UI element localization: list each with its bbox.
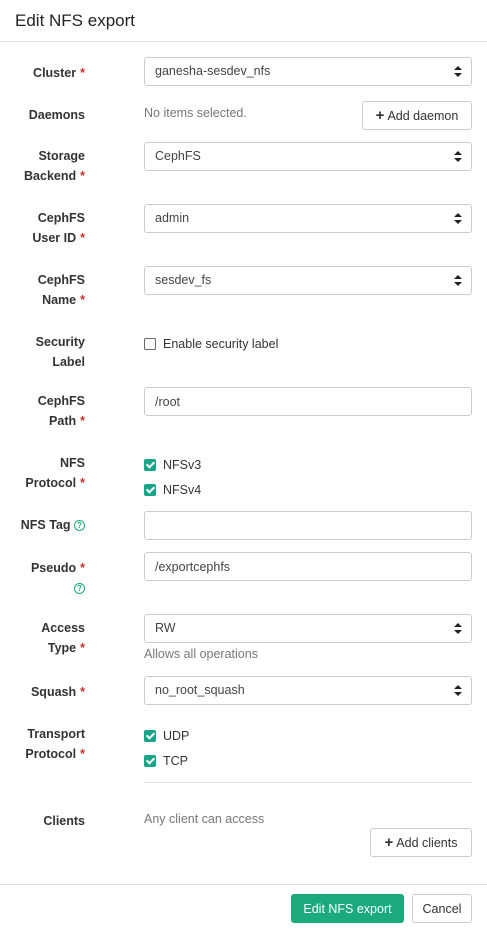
squash-select[interactable]: no_root_squash xyxy=(144,676,472,705)
cancel-button[interactable]: Cancel xyxy=(412,894,472,923)
daemons-label: Daemons xyxy=(28,108,85,122)
security-label-checkbox[interactable]: Enable security label xyxy=(144,336,278,352)
transport-protocol-label: Transport Protocol * xyxy=(25,727,85,761)
tcp-checkbox[interactable]: TCP xyxy=(144,753,188,769)
squash-label: Squash * xyxy=(30,685,85,699)
add-clients-button[interactable]: + Add clients xyxy=(370,828,472,857)
modal-title: Edit NFS export xyxy=(15,11,135,30)
checkbox-unchecked-icon[interactable] xyxy=(144,338,156,350)
cephfs-user-id-label: CephFS User ID * xyxy=(32,211,85,245)
required-marker: * xyxy=(80,66,85,80)
checkbox-checked-icon[interactable] xyxy=(144,755,156,767)
help-icon[interactable]: ? xyxy=(74,583,85,594)
nfsv4-checkbox[interactable]: NFSv4 xyxy=(144,482,201,498)
select-arrows-icon xyxy=(454,275,462,287)
clients-label: Clients xyxy=(43,814,85,828)
add-daemon-button[interactable]: + Add daemon xyxy=(362,101,472,130)
cephfs-path-input[interactable] xyxy=(144,387,472,416)
modal-footer: Edit NFS export Cancel xyxy=(0,884,487,932)
storage-backend-select[interactable]: CephFS xyxy=(144,142,472,171)
edit-nfs-export-button[interactable]: Edit NFS export xyxy=(291,894,404,923)
select-arrows-icon xyxy=(454,151,462,163)
divider xyxy=(144,782,472,783)
plus-icon: + xyxy=(384,834,394,851)
modal-header: Edit NFS export xyxy=(0,0,487,42)
select-arrows-icon xyxy=(454,685,462,697)
access-type-label: Access Type * xyxy=(41,621,85,655)
daemons-empty-text: No items selected. xyxy=(144,106,247,120)
nfsv3-checkbox[interactable]: NFSv3 xyxy=(144,457,201,473)
cephfs-name-select[interactable]: sesdev_fs xyxy=(144,266,472,295)
access-type-select[interactable]: RW xyxy=(144,614,472,643)
nfs-tag-input[interactable] xyxy=(144,511,472,540)
checkbox-checked-icon[interactable] xyxy=(144,484,156,496)
access-type-help: Allows all operations xyxy=(144,647,258,661)
cephfs-name-label: CephFS Name * xyxy=(37,273,85,307)
nfs-tag-label: NFS Tag ? xyxy=(21,515,85,535)
cluster-select[interactable]: ganesha-sesdev_nfs xyxy=(144,57,472,86)
pseudo-input[interactable] xyxy=(144,552,472,581)
select-arrows-icon xyxy=(454,66,462,78)
checkbox-checked-icon[interactable] xyxy=(144,730,156,742)
storage-backend-label: Storage Backend * xyxy=(24,149,85,183)
plus-icon: + xyxy=(375,107,385,124)
select-arrows-icon xyxy=(454,623,462,635)
nfs-protocol-label: NFS Protocol * xyxy=(25,456,85,490)
select-arrows-icon xyxy=(454,213,462,225)
help-icon[interactable]: ? xyxy=(74,520,85,531)
cephfs-user-id-select[interactable]: admin xyxy=(144,204,472,233)
security-label-label: Security Label xyxy=(35,335,85,369)
checkbox-checked-icon[interactable] xyxy=(144,459,156,471)
pseudo-label: Pseudo * ? xyxy=(30,561,85,594)
udp-checkbox[interactable]: UDP xyxy=(144,728,189,744)
cluster-label: Cluster * xyxy=(33,66,85,80)
clients-empty-text: Any client can access xyxy=(144,812,265,826)
cephfs-path-label: CephFS Path * xyxy=(37,394,85,428)
